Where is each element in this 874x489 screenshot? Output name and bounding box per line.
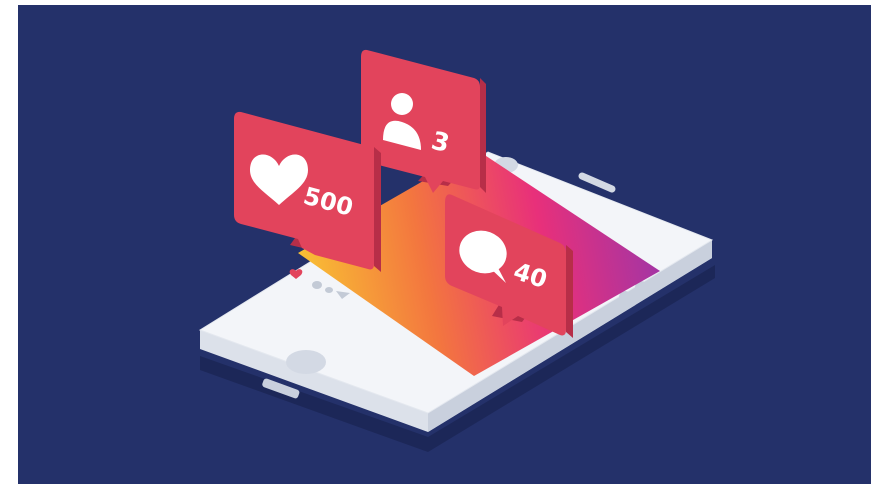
badge-side: [374, 147, 381, 272]
dot-action-icon: [325, 287, 333, 293]
home-button: [286, 350, 326, 374]
badge-side: [566, 245, 573, 338]
comment-action-icon: [312, 281, 322, 289]
illustration-canvas: 3 500 40: [0, 0, 874, 489]
badge-side: [480, 78, 486, 193]
